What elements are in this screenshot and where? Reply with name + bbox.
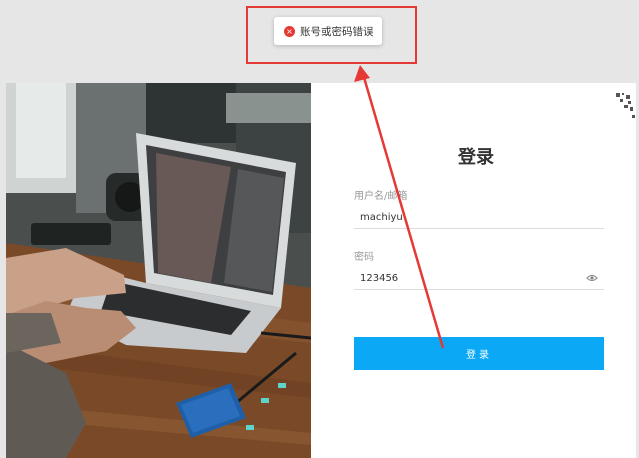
- error-toast: × 账号或密码错误: [274, 17, 382, 45]
- laptop-photo: [6, 83, 311, 458]
- password-label: 密码: [354, 252, 374, 263]
- annotation-highlight-box: × 账号或密码错误: [246, 6, 417, 64]
- login-card: 登录 用户名/邮箱 密码 登录: [6, 83, 636, 458]
- toast-message: 账号或密码错误: [300, 25, 374, 38]
- qr-code-icon[interactable]: [604, 91, 636, 123]
- page-title: 登录: [458, 147, 494, 168]
- password-input[interactable]: [354, 268, 604, 290]
- login-button[interactable]: 登录: [354, 337, 604, 370]
- username-input[interactable]: [354, 207, 604, 229]
- eye-icon[interactable]: [586, 272, 598, 284]
- error-circle-icon: ×: [284, 25, 295, 37]
- username-label: 用户名/邮箱: [354, 191, 408, 202]
